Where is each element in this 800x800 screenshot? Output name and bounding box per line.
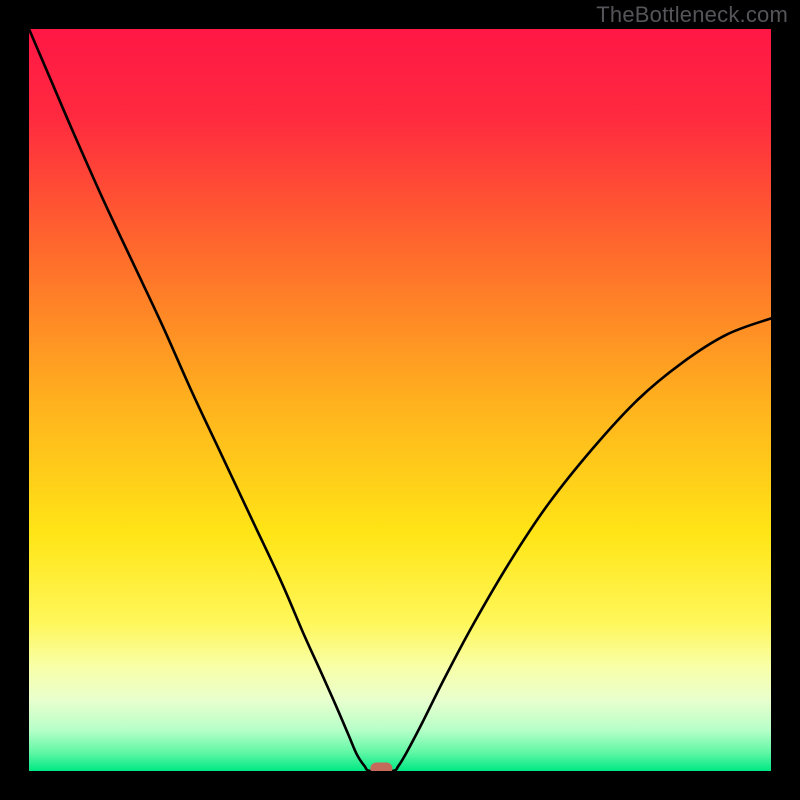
watermark-text: TheBottleneck.com (596, 2, 788, 28)
chart-plot-area (29, 29, 771, 771)
chart-frame: TheBottleneck.com (0, 0, 800, 800)
chart-background (29, 29, 771, 771)
optimum-marker (370, 763, 392, 772)
chart-svg (29, 29, 771, 771)
